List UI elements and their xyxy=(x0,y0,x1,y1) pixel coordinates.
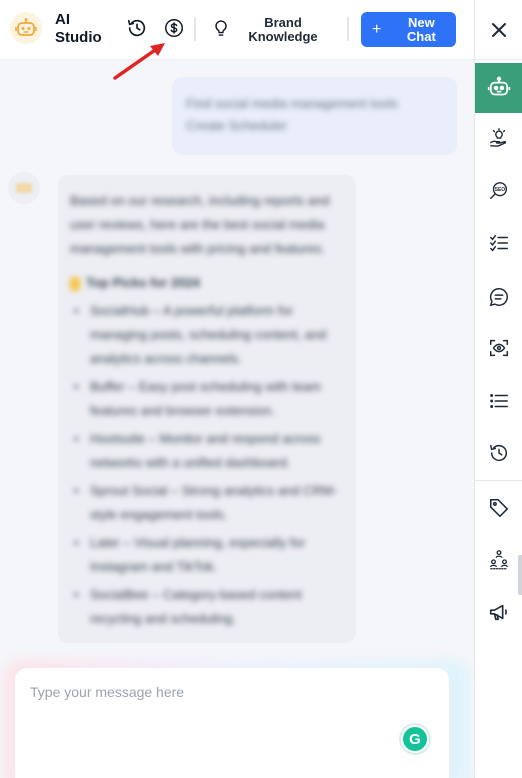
grammarly-button[interactable]: G xyxy=(401,725,429,753)
user-message: Find social media management tools Creat… xyxy=(172,77,457,155)
rail-item-ideas[interactable] xyxy=(475,113,522,163)
rail-item-messages[interactable] xyxy=(475,272,522,322)
top-toolbar: AI Studio Brand Knowledge + New Chat xyxy=(0,0,474,60)
history-button[interactable] xyxy=(125,16,149,40)
list-item: Sprout Social – Strong analytics and CRM… xyxy=(70,479,344,527)
toolbar-divider xyxy=(347,17,349,41)
scan-eye-icon xyxy=(490,339,508,357)
brand-knowledge-button[interactable]: Brand Knowledge xyxy=(240,16,326,44)
lightbulb-icon xyxy=(215,20,227,36)
ideas-button[interactable] xyxy=(209,16,233,40)
svg-text:SEO: SEO xyxy=(495,187,506,193)
list-item: Later – Visual planning, especially for … xyxy=(70,531,344,579)
list-icon xyxy=(490,394,508,408)
grammarly-letter: G xyxy=(409,731,421,748)
toolbar-divider xyxy=(194,17,196,41)
new-chat-label: New Chat xyxy=(406,14,436,44)
ai-studio-logo xyxy=(10,12,42,44)
right-tool-rail: SEO xyxy=(474,0,522,778)
user-message-line: Create Scheduler xyxy=(186,118,288,133)
list-item: Buffer – Easy post scheduling with team … xyxy=(70,375,344,423)
rail-item-checklist[interactable] xyxy=(475,218,522,268)
list-item: SocialBee – Category-based content recyc… xyxy=(70,583,344,631)
list-item: SocialHub – A powerful platform for mana… xyxy=(70,299,344,371)
rail-item-audience[interactable] xyxy=(475,535,522,585)
bot-message-heading-text: Top Picks for 2024 xyxy=(86,275,200,290)
rail-item-ai-chat[interactable] xyxy=(475,63,522,113)
seo-search-icon: SEO xyxy=(490,182,508,200)
rail-divider xyxy=(475,480,522,481)
close-button[interactable] xyxy=(475,0,522,60)
rail-item-announcements[interactable] xyxy=(475,587,522,637)
list-item: Hootsuite – Monitor and respond across n… xyxy=(70,427,344,475)
chat-panel: AI Studio Brand Knowledge + New Chat Fin… xyxy=(0,0,474,778)
rail-item-history[interactable] xyxy=(475,428,522,478)
rail-item-tags[interactable] xyxy=(475,483,522,533)
grammarly-icon: G xyxy=(403,727,427,751)
credits-button[interactable] xyxy=(162,16,186,40)
history-icon xyxy=(127,19,146,37)
bot-message-intro: Based on our research, including reports… xyxy=(70,193,330,256)
user-message-line: Find social media management tools xyxy=(186,96,398,111)
message-input[interactable] xyxy=(30,684,400,744)
bot-message: Based on our research, including reports… xyxy=(58,175,356,643)
page-title: AI Studio xyxy=(55,11,102,46)
annotation-arrow xyxy=(113,43,165,80)
tag-icon xyxy=(489,498,509,518)
rail-item-list[interactable] xyxy=(475,376,522,426)
people-network-icon xyxy=(490,550,508,570)
dollar-circle-icon xyxy=(165,19,183,37)
history-icon xyxy=(490,444,508,462)
rail-collapse-handle[interactable] xyxy=(518,555,522,595)
rail-item-seo[interactable]: SEO xyxy=(475,166,522,216)
bot-message-heading: Top Picks for 2024 xyxy=(70,271,344,295)
rail-item-vision[interactable] xyxy=(475,323,522,373)
checklist-icon xyxy=(490,234,508,252)
new-chat-button[interactable]: + New Chat xyxy=(361,12,456,47)
bot-avatar xyxy=(8,172,40,204)
hand-lightbulb-icon xyxy=(490,128,507,147)
robot-icon xyxy=(15,18,37,36)
robot-icon xyxy=(487,76,511,96)
chat-bubble-icon xyxy=(489,288,508,307)
plus-icon: + xyxy=(372,20,382,38)
close-icon xyxy=(492,22,506,37)
megaphone-icon xyxy=(489,604,507,621)
message-composer xyxy=(15,668,449,778)
